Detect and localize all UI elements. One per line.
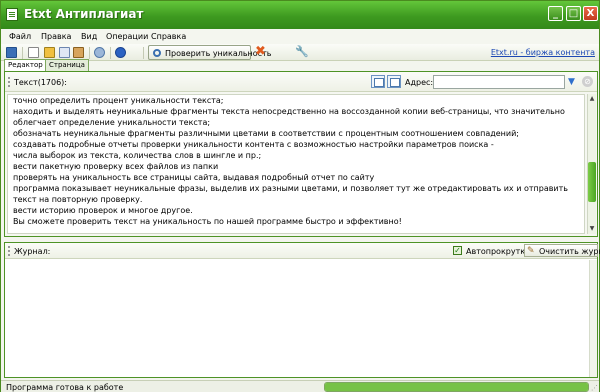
menu-bar: Файл Правка Вид Операции Справка bbox=[1, 29, 599, 44]
text-line: облегчает определение уникальности текст… bbox=[13, 118, 211, 127]
view-text-icon[interactable] bbox=[371, 75, 385, 88]
address-label: Адрес: bbox=[405, 78, 434, 87]
menu-help[interactable]: Справка bbox=[151, 32, 186, 41]
text-line: создавать подробные отчеты проверки уник… bbox=[13, 140, 494, 149]
settings-gear-icon[interactable] bbox=[94, 47, 105, 58]
toolbar-separator bbox=[89, 47, 90, 59]
dropdown-arrow-icon[interactable]: ▼ bbox=[568, 77, 578, 87]
grip-handle bbox=[8, 77, 10, 87]
progress-fill bbox=[325, 383, 588, 391]
status-text: Программа готова к работе bbox=[6, 383, 124, 392]
autoscroll-label: Автопрокрутка bbox=[466, 247, 530, 256]
toolbar-separator bbox=[22, 47, 23, 59]
scroll-up-icon[interactable]: ▲ bbox=[588, 94, 596, 103]
text-line: текст на повторную проверку. bbox=[13, 195, 143, 204]
clear-journal-label: Очистить журнал bbox=[539, 247, 600, 256]
text-line: обозначать неуникальные фрагменты различ… bbox=[13, 129, 520, 138]
resize-grip-icon[interactable]: ⋰ bbox=[591, 384, 598, 392]
maximize-button[interactable]: □ bbox=[566, 6, 581, 21]
menu-operations[interactable]: Операции bbox=[106, 32, 148, 41]
menu-edit[interactable]: Правка bbox=[41, 32, 71, 41]
etxt-link[interactable]: Etxt.ru - биржа контента bbox=[491, 48, 595, 57]
text-line: вести пакетную проверку всех файлов из п… bbox=[13, 162, 219, 171]
toolbar-separator bbox=[110, 47, 111, 59]
journal-header: Журнал: ✓ Автопрокрутка ✎ Очистить журна… bbox=[5, 243, 600, 259]
minimize-button[interactable]: _ bbox=[548, 6, 563, 21]
clear-address-icon[interactable]: ⊘ bbox=[582, 76, 593, 87]
tab-page[interactable]: Страница bbox=[45, 59, 89, 71]
text-line: вести историю проверок и многое другое. bbox=[13, 206, 193, 215]
grip-handle bbox=[8, 246, 10, 256]
close-button[interactable]: X bbox=[583, 6, 598, 21]
journal-panel: Журнал: ✓ Автопрокрутка ✎ Очистить журна… bbox=[4, 242, 600, 378]
journal-scrollbar[interactable] bbox=[589, 260, 597, 377]
journal-title: Журнал: bbox=[14, 247, 51, 256]
toolbar-separator bbox=[143, 47, 144, 59]
editor-panel: Текст(1706): Адрес: ▼ ⊘ точно определить… bbox=[4, 71, 598, 237]
paste-icon[interactable] bbox=[73, 47, 84, 58]
copy-icon[interactable] bbox=[59, 47, 70, 58]
stop-icon[interactable]: ✖ bbox=[255, 45, 267, 58]
app-document-icon bbox=[6, 8, 18, 21]
cut-icon[interactable] bbox=[44, 47, 55, 58]
editor-scrollbar[interactable]: ▲ ▼ bbox=[587, 94, 596, 234]
text-line: числа выборок из текста, количества слов… bbox=[13, 151, 262, 160]
open-folder-icon[interactable] bbox=[6, 47, 17, 58]
text-line: находить и выделять неуникальные фрагмен… bbox=[13, 107, 565, 116]
brush-icon: ✎ bbox=[527, 246, 535, 256]
check-uniqueness-button[interactable]: Проверить уникальность bbox=[148, 45, 271, 60]
toolbar: Проверить уникальность ✖ 🔧 Etxt.ru - бир… bbox=[1, 44, 599, 61]
status-bar: Программа готова к работе ⋰ bbox=[1, 380, 599, 392]
menu-file[interactable]: Файл bbox=[9, 32, 31, 41]
new-document-icon[interactable] bbox=[28, 47, 39, 58]
editor-header: Текст(1706): Адрес: ▼ ⊘ bbox=[5, 72, 597, 92]
text-line: Вы сможете проверить текст на уникальнос… bbox=[13, 217, 402, 226]
scroll-down-icon[interactable]: ▼ bbox=[588, 224, 596, 233]
address-input[interactable] bbox=[433, 75, 565, 89]
title-bar[interactable]: Etxt Антиплагиат _ □ X bbox=[1, 1, 599, 29]
view-page-icon[interactable] bbox=[387, 75, 401, 88]
autoscroll-checkbox[interactable]: ✓ bbox=[453, 246, 462, 255]
text-line: точно определить процент уникальности те… bbox=[13, 96, 224, 105]
journal-log[interactable] bbox=[5, 260, 590, 377]
app-window: Etxt Антиплагиат _ □ X Файл Правка Вид О… bbox=[0, 0, 600, 392]
window-title: Etxt Антиплагиат bbox=[24, 7, 144, 21]
text-count-label: Текст(1706): bbox=[14, 78, 67, 87]
text-line: проверять на уникальность все страницы с… bbox=[13, 173, 375, 182]
progress-bar bbox=[324, 382, 589, 392]
menu-view[interactable]: Вид bbox=[81, 32, 97, 41]
scroll-thumb[interactable] bbox=[588, 162, 596, 202]
wrench-icon[interactable]: 🔧 bbox=[295, 46, 309, 58]
magnifier-icon bbox=[153, 49, 161, 57]
text-editor[interactable]: точно определить процент уникальности те… bbox=[7, 94, 585, 234]
text-line: программа показывает неуникальные фразы,… bbox=[13, 184, 569, 193]
clear-journal-button[interactable]: ✎ Очистить журнал bbox=[524, 244, 600, 257]
info-icon[interactable] bbox=[115, 47, 126, 58]
